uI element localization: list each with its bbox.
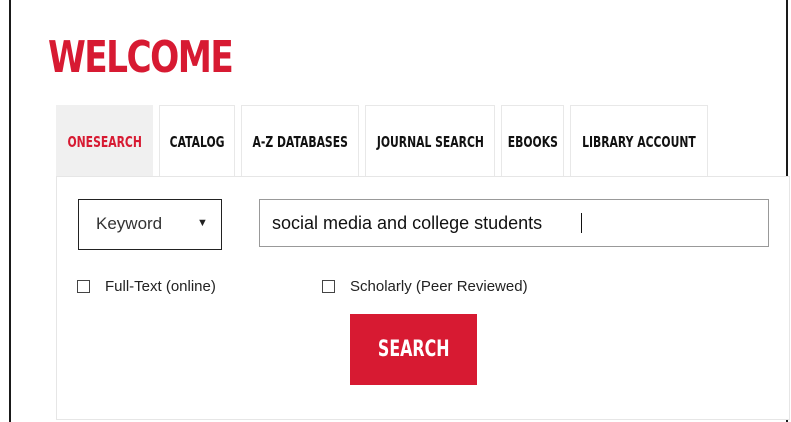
scholarly-label: Scholarly (Peer Reviewed) (350, 278, 528, 295)
search-panel: Keyword ▼ Full-Text (online) Scholarly (… (56, 176, 790, 420)
tab-label: ONESEARCH (67, 132, 142, 151)
text-cursor (581, 213, 582, 233)
page-frame: WELCOME ONESEARCH CATALOG A-Z DATABASES … (9, 0, 790, 422)
tab-onesearch[interactable]: ONESEARCH (56, 105, 153, 177)
search-field-select[interactable]: Keyword ▼ (78, 199, 222, 250)
tab-label: CATALOG (169, 132, 225, 151)
caret-down-icon: ▼ (197, 217, 208, 229)
tab-label: LIBRARY ACCOUNT (582, 132, 696, 151)
search-input[interactable] (259, 199, 769, 247)
full-text-checkbox[interactable] (77, 280, 90, 293)
page-title: WELCOME (48, 32, 234, 83)
full-text-filter[interactable]: Full-Text (online) (77, 278, 216, 295)
tab-catalog[interactable]: CATALOG (159, 105, 235, 177)
search-tabs: ONESEARCH CATALOG A-Z DATABASES JOURNAL … (56, 105, 714, 177)
tab-library-account[interactable]: LIBRARY ACCOUNT (570, 105, 708, 177)
tab-label: JOURNAL SEARCH (376, 132, 484, 151)
scholarly-filter[interactable]: Scholarly (Peer Reviewed) (322, 278, 528, 295)
search-field-value: Keyword (96, 214, 163, 233)
tab-label: EBOOKS (507, 132, 558, 151)
tab-a-z-databases[interactable]: A-Z DATABASES (241, 105, 359, 177)
search-button[interactable]: SEARCH (350, 314, 477, 385)
tab-label: A-Z DATABASES (252, 132, 348, 151)
scholarly-checkbox[interactable] (322, 280, 335, 293)
search-button-label: SEARCH (377, 337, 450, 362)
full-text-label: Full-Text (online) (105, 278, 216, 295)
tab-journal-search[interactable]: JOURNAL SEARCH (365, 105, 495, 177)
tab-ebooks[interactable]: EBOOKS (501, 105, 564, 177)
